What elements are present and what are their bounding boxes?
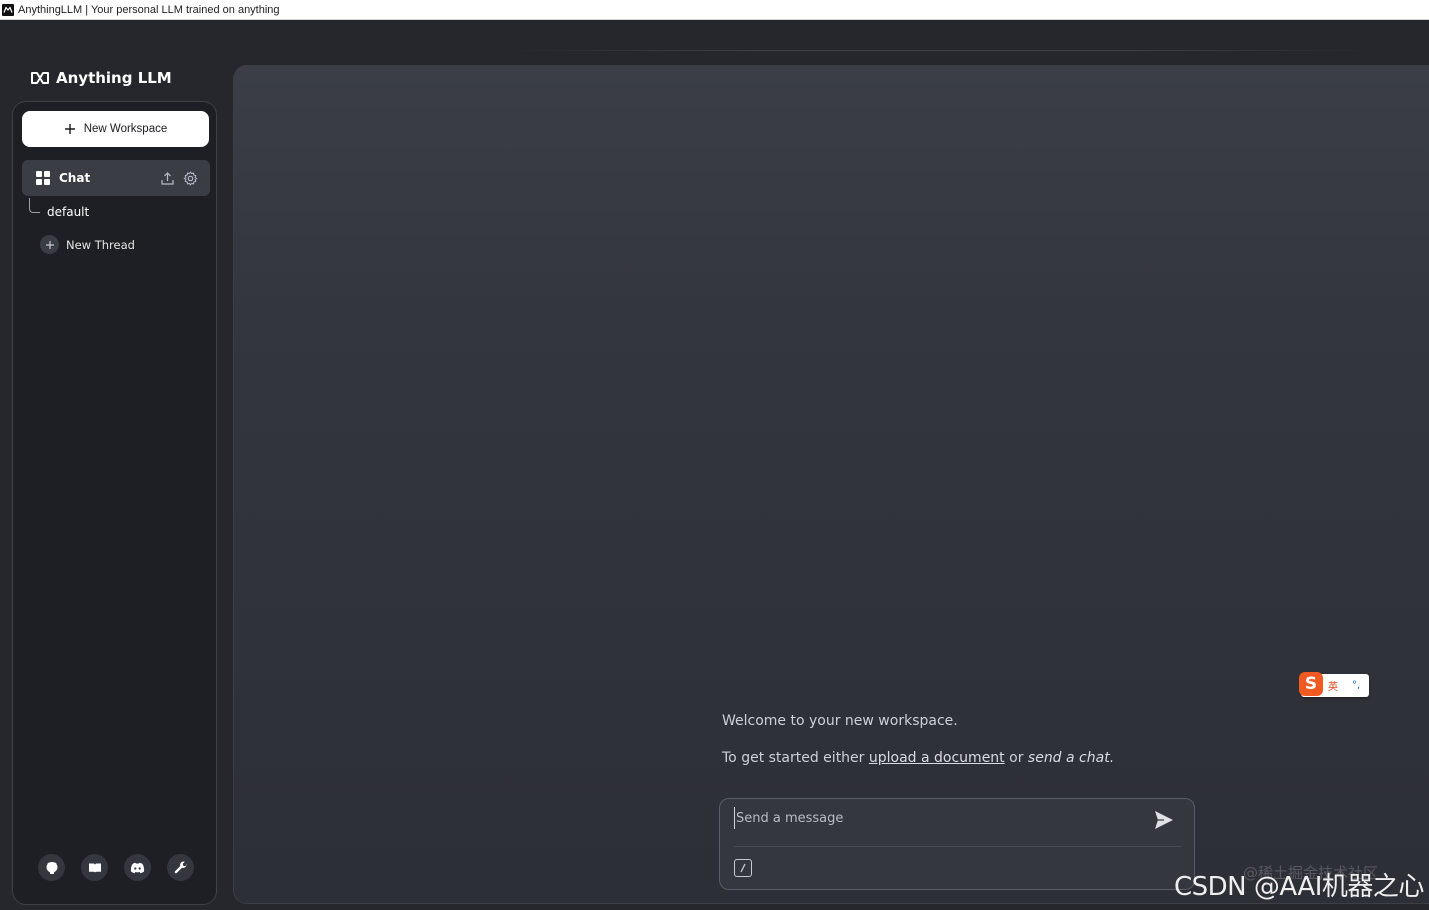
workspace-name: Chat: [59, 171, 91, 185]
anythingllm-logo-icon: [31, 72, 49, 84]
send-chat-text: send a chat.: [1027, 750, 1115, 766]
upload-icon[interactable]: [160, 171, 175, 186]
ime-toolbar[interactable]: S 英 °,: [1299, 672, 1369, 697]
plus-icon: [64, 124, 75, 134]
docs-book-icon[interactable]: [81, 854, 108, 881]
message-input[interactable]: [734, 807, 1138, 829]
new-workspace-button[interactable]: New Workspace: [22, 111, 209, 147]
plus-circle-icon: [40, 235, 59, 254]
window-title: AnythingLLM | Your personal LLM trained …: [18, 3, 280, 16]
window-titlebar: AnythingLLM | Your personal LLM trained …: [0, 0, 1429, 20]
upload-document-link[interactable]: upload a document: [869, 750, 1005, 766]
composer-divider: [734, 846, 1182, 847]
send-icon[interactable]: [1153, 809, 1177, 833]
brand-logo: Anything LLM: [30, 66, 172, 90]
ime-punctuation[interactable]: °,: [1352, 680, 1360, 691]
workspace-item-chat[interactable]: Chat: [22, 160, 210, 196]
slash-command-icon[interactable]: [734, 859, 752, 877]
chat-panel: Welcome to your new workspace. To get st…: [233, 65, 1429, 904]
new-thread-button[interactable]: New Thread: [40, 235, 135, 254]
get-started-prefix: To get started either: [722, 750, 865, 766]
message-composer: [719, 798, 1195, 890]
brand-name: Anything LLM: [56, 69, 172, 87]
new-workspace-label: New Workspace: [83, 123, 168, 135]
discord-icon[interactable]: [124, 854, 151, 881]
settings-wrench-icon[interactable]: [167, 854, 194, 881]
header-divider: [505, 50, 1380, 51]
sidebar-footer: [38, 854, 194, 881]
app-logo-icon: [2, 3, 14, 16]
ime-language[interactable]: 英: [1328, 678, 1338, 693]
sidebar: New Workspace Chat default New Thread: [12, 101, 217, 905]
get-started-message: To get started either upload a document …: [722, 750, 1114, 766]
welcome-message: Welcome to your new workspace.: [722, 713, 958, 729]
grid-icon: [36, 171, 50, 185]
gear-icon[interactable]: [183, 171, 198, 186]
thread-tree-connector: [29, 198, 40, 213]
github-icon[interactable]: [38, 854, 65, 881]
new-thread-label: New Thread: [66, 237, 135, 252]
csdn-watermark: CSDN @AAI机器之心: [1174, 872, 1424, 902]
sogou-logo-icon: S: [1299, 672, 1323, 696]
get-started-or: or: [1009, 750, 1024, 766]
thread-item-default[interactable]: default: [47, 205, 89, 219]
